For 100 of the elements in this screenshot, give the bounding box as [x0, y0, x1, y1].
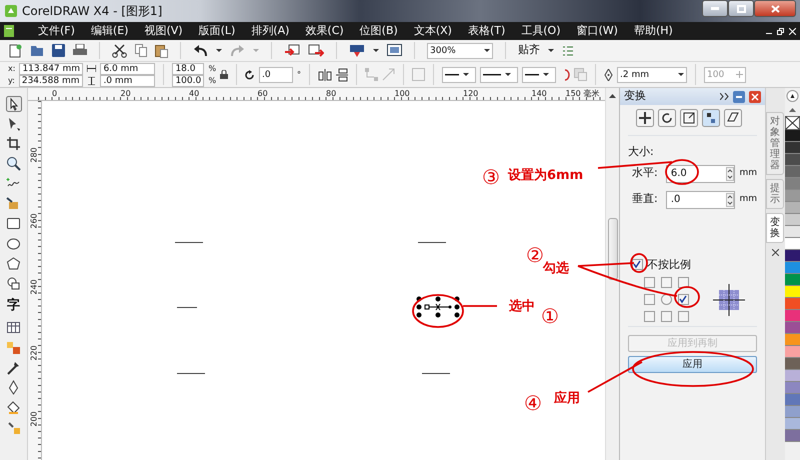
caret-icon[interactable] — [505, 73, 512, 76]
crop-tool-icon[interactable] — [6, 136, 22, 152]
color-swatch[interactable] — [785, 394, 800, 406]
color-swatch[interactable] — [785, 130, 800, 142]
minimize-button[interactable] — [702, 0, 728, 17]
scale-x-field[interactable]: 18.0 — [172, 62, 204, 74]
color-swatch[interactable] — [785, 358, 800, 370]
anchor-checkbox[interactable] — [678, 311, 689, 322]
color-swatch[interactable] — [785, 142, 800, 154]
width-field[interactable]: 6.0 mm — [100, 62, 156, 74]
anchor-checkbox[interactable] — [644, 294, 655, 305]
caret-icon[interactable] — [543, 73, 550, 76]
end-arrow-dropdown[interactable] — [522, 66, 556, 82]
menu-item[interactable]: 版面(L) — [190, 22, 244, 40]
side-tab[interactable]: 提示 — [766, 179, 784, 209]
apply-button[interactable]: 应用 — [628, 356, 757, 373]
new-document-icon[interactable] — [8, 44, 22, 58]
anchor-checkbox[interactable] — [661, 311, 672, 322]
caret-icon[interactable] — [548, 49, 554, 52]
open-folder-icon[interactable] — [30, 44, 44, 57]
anchor-radio[interactable] — [661, 294, 672, 305]
maximize-button[interactable] — [728, 0, 754, 17]
menu-item[interactable]: 文件(F) — [30, 22, 83, 40]
vertical-scrollbar[interactable] — [605, 88, 619, 460]
height-field[interactable]: .0 mm — [100, 74, 156, 86]
color-swatch[interactable] — [785, 322, 800, 334]
fill-bucket-icon[interactable] — [6, 400, 22, 416]
menu-item[interactable]: 效果(C) — [297, 22, 352, 40]
anchor-checkbox[interactable] — [644, 277, 655, 288]
size-field[interactable]: 6.0 — [666, 164, 736, 182]
menu-item[interactable]: 帮助(H) — [626, 22, 681, 40]
undo-icon[interactable] — [193, 44, 208, 57]
caret-icon[interactable] — [373, 49, 379, 52]
polygon-icon[interactable] — [6, 256, 22, 272]
side-tab[interactable]: 变换 — [766, 213, 784, 243]
close-icon[interactable] — [772, 249, 779, 256]
menu-item[interactable]: 视图(V) — [136, 22, 191, 40]
x-position-field[interactable]: 113.847 mm — [19, 62, 84, 74]
pen-nib-icon[interactable] — [604, 68, 614, 80]
side-tab[interactable]: 对象管理器 — [766, 112, 784, 175]
menu-item[interactable]: 文本(X) — [406, 22, 460, 40]
color-swatch[interactable] — [785, 226, 800, 238]
expand-icon[interactable] — [720, 93, 729, 100]
position-tool-icon[interactable] — [636, 109, 654, 127]
color-swatch[interactable] — [785, 274, 800, 286]
spinner-icon[interactable] — [726, 166, 734, 180]
menu-item[interactable]: 排列(A) — [243, 22, 298, 40]
blend-icon[interactable] — [6, 340, 22, 356]
menu-item[interactable]: 编辑(E) — [82, 22, 136, 40]
outline-width-dropdown[interactable]: .2 mm — [617, 66, 688, 82]
color-swatch[interactable] — [785, 262, 800, 274]
color-swatch[interactable] — [785, 334, 800, 346]
scrollbar-thumb[interactable] — [608, 218, 618, 280]
color-swatch[interactable] — [785, 250, 800, 262]
color-swatch[interactable] — [785, 310, 800, 322]
scale-y-field[interactable]: 100.0 — [172, 74, 204, 86]
table-icon[interactable] — [6, 320, 22, 336]
caret-icon[interactable] — [216, 49, 222, 52]
paste-icon[interactable] — [155, 44, 168, 58]
color-swatch[interactable] — [785, 382, 800, 394]
color-swatch[interactable] — [785, 178, 800, 190]
save-icon[interactable] — [52, 44, 65, 57]
ellipse-icon[interactable] — [6, 236, 22, 252]
restore-icon[interactable] — [777, 28, 784, 34]
color-swatch[interactable] — [785, 418, 800, 430]
color-swatch[interactable] — [785, 406, 800, 418]
start-arrow-dropdown[interactable] — [442, 66, 476, 82]
anchor-checkbox[interactable] — [678, 277, 689, 288]
color-swatch[interactable] — [785, 214, 800, 226]
import-icon[interactable] — [284, 44, 300, 58]
color-swatch[interactable] — [785, 286, 800, 298]
color-swatch[interactable] — [785, 430, 800, 442]
shapes-icon[interactable] — [6, 276, 22, 292]
rotate-icon[interactable] — [245, 70, 256, 80]
cut-icon[interactable] — [112, 44, 127, 58]
caret-icon[interactable] — [463, 73, 470, 76]
anchor-checkbox[interactable] — [678, 294, 689, 305]
rectangle-icon[interactable] — [6, 216, 22, 232]
zoom-icon[interactable] — [6, 156, 22, 172]
color-swatch[interactable] — [785, 346, 800, 358]
rotation-field[interactable]: .0 — [259, 66, 294, 82]
screen-icon[interactable] — [387, 44, 402, 57]
copy-icon[interactable] — [135, 44, 147, 57]
snap-menu[interactable]: 贴齐 — [518, 42, 540, 59]
size-tool-icon[interactable] — [702, 109, 720, 127]
menu-item[interactable]: 表格(T) — [460, 22, 514, 40]
zoom-dropdown[interactable]: 300% — [427, 42, 493, 58]
checkbox[interactable] — [632, 259, 643, 270]
anchor-checkbox[interactable] — [661, 277, 672, 288]
scroll-up-icon[interactable] — [609, 94, 616, 98]
menu-item[interactable]: 窗口(W) — [568, 22, 626, 40]
skew-tool-icon[interactable] — [724, 109, 742, 127]
mirror-vertical-icon[interactable] — [336, 68, 348, 82]
scale-tool-icon[interactable] — [680, 109, 698, 127]
size-field[interactable]: .0 — [666, 190, 736, 208]
color-swatch[interactable] — [785, 298, 800, 310]
mirror-horizontal-icon[interactable] — [318, 68, 332, 80]
line-style-dropdown[interactable] — [480, 66, 518, 82]
print-icon[interactable] — [73, 44, 87, 57]
pick-tool-icon[interactable] — [6, 96, 22, 112]
